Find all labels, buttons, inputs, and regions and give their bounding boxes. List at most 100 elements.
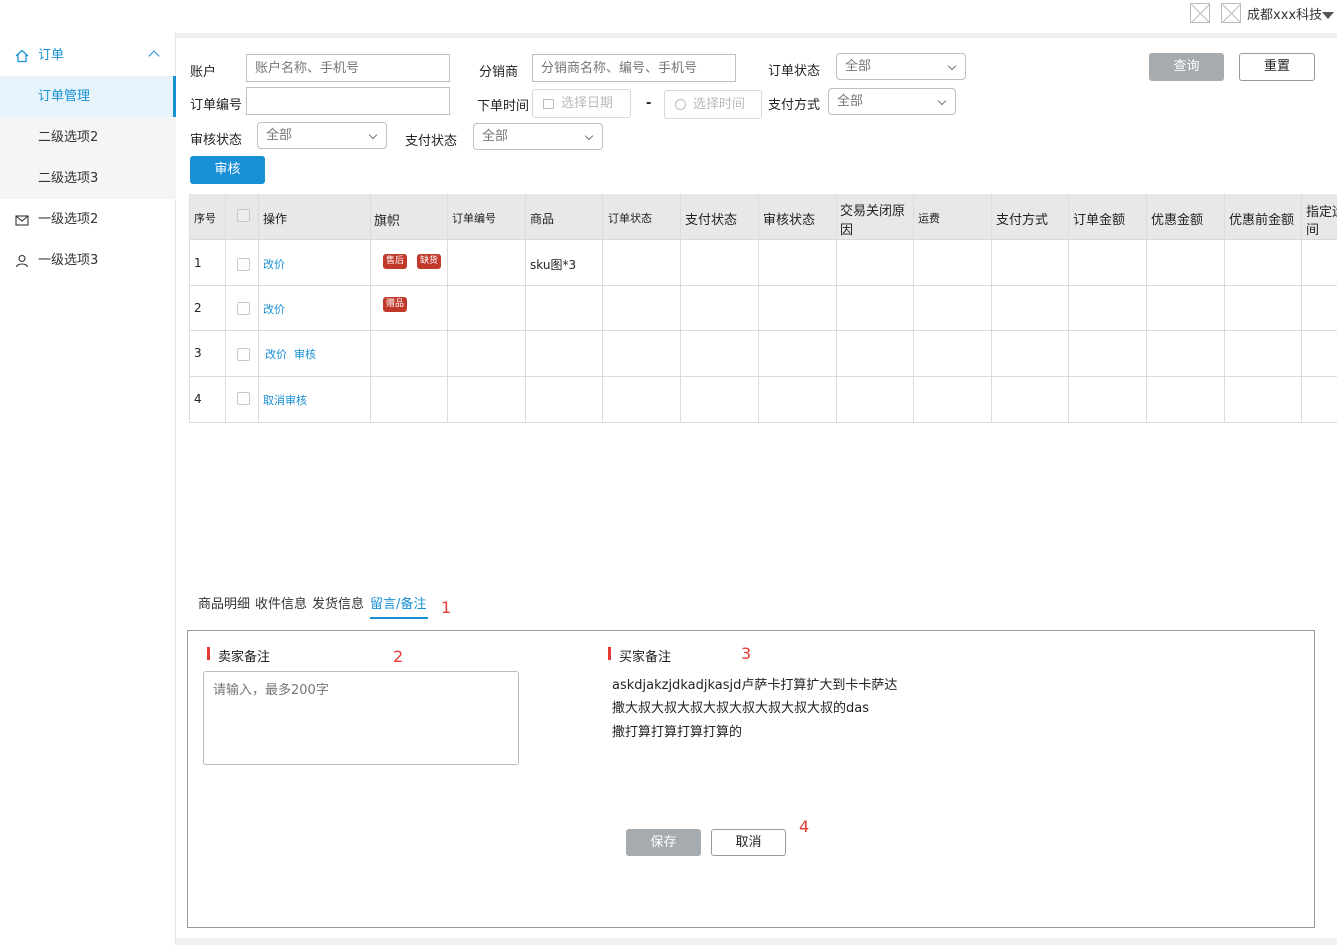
row-no: 1 xyxy=(194,256,202,270)
seller-remark-textarea[interactable] xyxy=(203,671,519,765)
home-icon xyxy=(15,49,29,63)
order-status-select[interactable]: 全部 xyxy=(836,53,966,80)
row-checkbox[interactable] xyxy=(237,258,250,271)
row-checkbox[interactable] xyxy=(237,302,250,315)
sidebar-item-sub-option-3[interactable]: 二级选项3 xyxy=(0,158,176,199)
flag-tag: 售后 xyxy=(383,254,408,269)
th-ops: 操作 xyxy=(263,212,288,226)
clock-icon xyxy=(675,99,686,110)
tab-shipping-address[interactable]: 收件信息 xyxy=(255,593,307,612)
th-pre-discount-amount: 优惠前金额 xyxy=(1229,213,1295,228)
select-all-checkbox[interactable] xyxy=(237,209,250,222)
reset-button[interactable]: 重置 xyxy=(1239,53,1315,81)
save-button[interactable]: 保存 xyxy=(626,829,701,856)
pay-status-label: 支付状态 xyxy=(405,134,458,149)
company-name[interactable]: 成都xxx科技 xyxy=(1247,4,1322,23)
seller-remark-title: 卖家备注 xyxy=(218,650,271,665)
adjust-price-link[interactable]: 改价 xyxy=(263,256,285,272)
buyer-remark-line: 撒大叔大叔大叔大叔大叔大叔大叔大叔的das xyxy=(612,701,869,716)
date-picker[interactable]: 选择日期 xyxy=(532,89,631,118)
tab-delivery-info[interactable]: 发货信息 xyxy=(312,593,364,612)
user-icon xyxy=(15,254,29,268)
pay-method-select[interactable]: 全部 xyxy=(828,88,956,115)
th-no: 序号 xyxy=(194,212,216,225)
sidebar-item-label: 订单 xyxy=(38,48,65,63)
th-order-no: 订单编号 xyxy=(452,212,496,225)
buyer-remark-line: askdjakzjdkadjkasjd卢萨卡打算扩大到卡卡萨达 xyxy=(612,678,898,693)
row-no: 3 xyxy=(194,346,202,360)
sidebar-item-label: 一级选项3 xyxy=(38,253,99,268)
sidebar-item-option-2[interactable]: 一级选项2 xyxy=(0,199,176,240)
annotation-3: 3 xyxy=(741,644,752,663)
th-specified-time: 指定运 xyxy=(1306,205,1337,220)
annotation-4: 4 xyxy=(799,817,810,836)
row-checkbox[interactable] xyxy=(237,348,250,361)
sidebar-item-label: 二级选项3 xyxy=(38,171,99,186)
annotation-2: 2 xyxy=(393,647,404,666)
section-marker xyxy=(608,647,611,660)
th-order-amount: 订单金额 xyxy=(1073,213,1126,228)
sidebar-item-sub-option-2[interactable]: 二级选项2 xyxy=(0,117,176,158)
sidebar-item-orders[interactable]: 订单 xyxy=(0,35,176,76)
order-no-input[interactable] xyxy=(246,87,450,115)
caret-down-icon[interactable] xyxy=(1322,12,1334,19)
annotation-1: 1 xyxy=(441,598,452,617)
distributor-input[interactable] xyxy=(532,54,736,82)
image-placeholder-icon xyxy=(1221,3,1241,23)
sidebar-item-label: 二级选项2 xyxy=(38,130,99,145)
sidebar-item-order-management[interactable]: 订单管理 xyxy=(0,76,176,117)
th-audit-status: 审核状态 xyxy=(763,213,816,228)
top-bar: 成都xxx科技 xyxy=(0,0,1337,33)
cancel-audit-link[interactable]: 取消审核 xyxy=(263,392,307,408)
buyer-remark-line: 撒打算打算打算打算的 xyxy=(612,725,743,740)
select-value: 全部 xyxy=(845,59,872,74)
cancel-button[interactable]: 取消 xyxy=(711,829,786,856)
query-button[interactable]: 查询 xyxy=(1149,53,1224,81)
sidebar-item-option-3[interactable]: 一级选项3 xyxy=(0,240,176,281)
chevron-down-icon xyxy=(947,61,957,71)
row-no: 2 xyxy=(194,301,202,315)
chevron-down-icon xyxy=(937,96,947,106)
pay-status-select[interactable]: 全部 xyxy=(473,123,603,150)
row-no: 4 xyxy=(194,392,202,406)
th-product: 商品 xyxy=(530,212,555,226)
sidebar-item-label: 订单管理 xyxy=(38,89,91,104)
row-checkbox[interactable] xyxy=(237,392,250,405)
distributor-label: 分销商 xyxy=(479,65,519,80)
time-picker[interactable]: 选择时间 xyxy=(664,90,762,119)
calendar-icon xyxy=(543,99,554,109)
time-placeholder: 选择时间 xyxy=(693,97,746,112)
pay-method-label: 支付方式 xyxy=(768,98,821,113)
th-freight: 运费 xyxy=(918,212,940,225)
flag-tag: 缺货 xyxy=(417,254,442,269)
adjust-price-link[interactable]: 改价 xyxy=(263,301,285,317)
account-label: 账户 xyxy=(190,65,217,80)
range-separator: - xyxy=(646,96,652,111)
sidebar-item-label: 一级选项2 xyxy=(38,212,99,227)
th-discount-amount: 优惠金额 xyxy=(1151,213,1204,228)
chevron-up-icon[interactable] xyxy=(148,50,160,62)
order-no-label: 订单编号 xyxy=(190,98,243,113)
tab-active-indicator xyxy=(370,617,428,619)
chevron-down-icon xyxy=(584,131,594,141)
orders-table: 序号 操作 旗帜 订单编号 商品 订单状态 支付状态 审核状态 交易关闭原 因 … xyxy=(189,194,1337,423)
image-placeholder-icon xyxy=(1190,3,1210,23)
sidebar: 订单 订单管理 二级选项2 二级选项3 一级选项2 一级选项3 xyxy=(0,33,176,945)
order-status-label: 订单状态 xyxy=(768,64,821,79)
tab-remarks[interactable]: 留言/备注 xyxy=(370,593,426,612)
mail-icon xyxy=(15,215,29,226)
audit-link[interactable]: 审核 xyxy=(294,346,316,362)
audit-status-select[interactable]: 全部 xyxy=(257,122,387,149)
tab-product-detail[interactable]: 商品明细 xyxy=(198,593,250,612)
adjust-price-link[interactable]: 改价 xyxy=(265,346,287,362)
select-value: 全部 xyxy=(482,129,509,144)
th-close-reason-line2: 因 xyxy=(840,223,854,238)
th-flags: 旗帜 xyxy=(374,214,401,229)
select-value: 全部 xyxy=(266,128,293,143)
select-value: 全部 xyxy=(837,94,864,109)
th-pay-method: 支付方式 xyxy=(996,213,1049,228)
date-placeholder: 选择日期 xyxy=(561,96,614,111)
th-specified-time-line2: 间 xyxy=(1306,223,1320,238)
account-input[interactable] xyxy=(246,54,450,82)
audit-button[interactable]: 审核 xyxy=(190,156,265,184)
